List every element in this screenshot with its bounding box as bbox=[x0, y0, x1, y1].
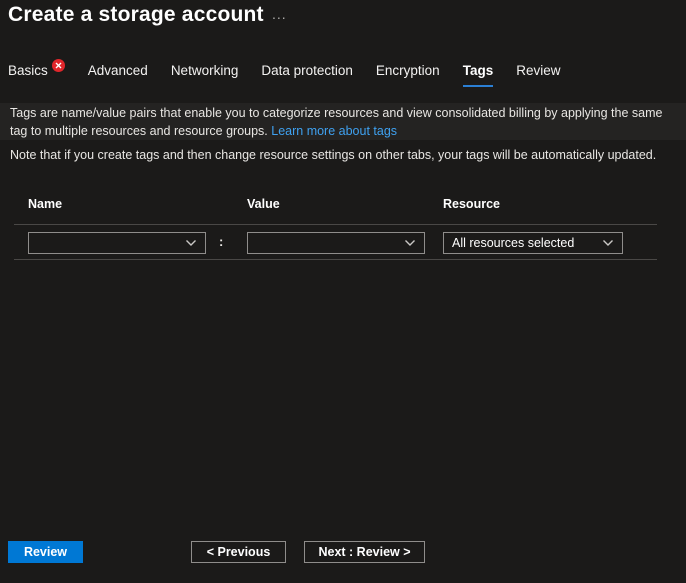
tab-data-protection-label: Data protection bbox=[261, 63, 353, 78]
learn-more-link[interactable]: Learn more about tags bbox=[271, 124, 397, 138]
create-storage-account-page: Create a storage account ... Basics Adva… bbox=[0, 0, 686, 583]
chevron-down-icon bbox=[602, 239, 614, 247]
column-header-name: Name bbox=[28, 197, 62, 211]
error-badge-icon bbox=[52, 59, 65, 72]
tab-advanced-label: Advanced bbox=[88, 63, 148, 78]
name-value-separator: : bbox=[219, 234, 223, 249]
chevron-down-icon bbox=[404, 239, 416, 247]
tab-networking[interactable]: Networking bbox=[171, 63, 239, 87]
chevron-down-icon bbox=[185, 239, 197, 247]
next-review-button[interactable]: Next : Review > bbox=[304, 541, 425, 563]
tab-review-label: Review bbox=[516, 63, 560, 78]
tab-advanced[interactable]: Advanced bbox=[88, 63, 148, 87]
tag-value-dropdown[interactable] bbox=[247, 232, 425, 254]
tags-note: Note that if you create tags and then ch… bbox=[10, 148, 670, 162]
tags-description: Tags are name/value pairs that enable yo… bbox=[0, 103, 686, 140]
tab-tags[interactable]: Tags bbox=[463, 63, 494, 87]
tab-data-protection[interactable]: Data protection bbox=[261, 63, 353, 87]
tab-encryption-label: Encryption bbox=[376, 63, 440, 78]
table-divider-top bbox=[14, 224, 657, 225]
review-button[interactable]: Review bbox=[8, 541, 83, 563]
column-header-value: Value bbox=[247, 197, 280, 211]
tab-basics-label: Basics bbox=[8, 63, 48, 78]
more-options-icon[interactable]: ... bbox=[272, 6, 287, 22]
tab-networking-label: Networking bbox=[171, 63, 239, 78]
table-divider-bottom bbox=[14, 259, 657, 260]
tag-resource-dropdown[interactable]: All resources selected bbox=[443, 232, 623, 254]
tab-tags-label: Tags bbox=[463, 63, 494, 78]
page-title: Create a storage account bbox=[8, 3, 264, 27]
tag-name-dropdown[interactable] bbox=[28, 232, 206, 254]
tab-review[interactable]: Review bbox=[516, 63, 560, 87]
tab-bar: Basics Advanced Networking Data protecti… bbox=[8, 63, 560, 87]
tab-encryption[interactable]: Encryption bbox=[376, 63, 440, 87]
tab-basics[interactable]: Basics bbox=[8, 63, 65, 87]
column-header-resource: Resource bbox=[443, 197, 500, 211]
previous-button[interactable]: < Previous bbox=[191, 541, 286, 563]
tag-resource-value: All resources selected bbox=[452, 236, 596, 250]
